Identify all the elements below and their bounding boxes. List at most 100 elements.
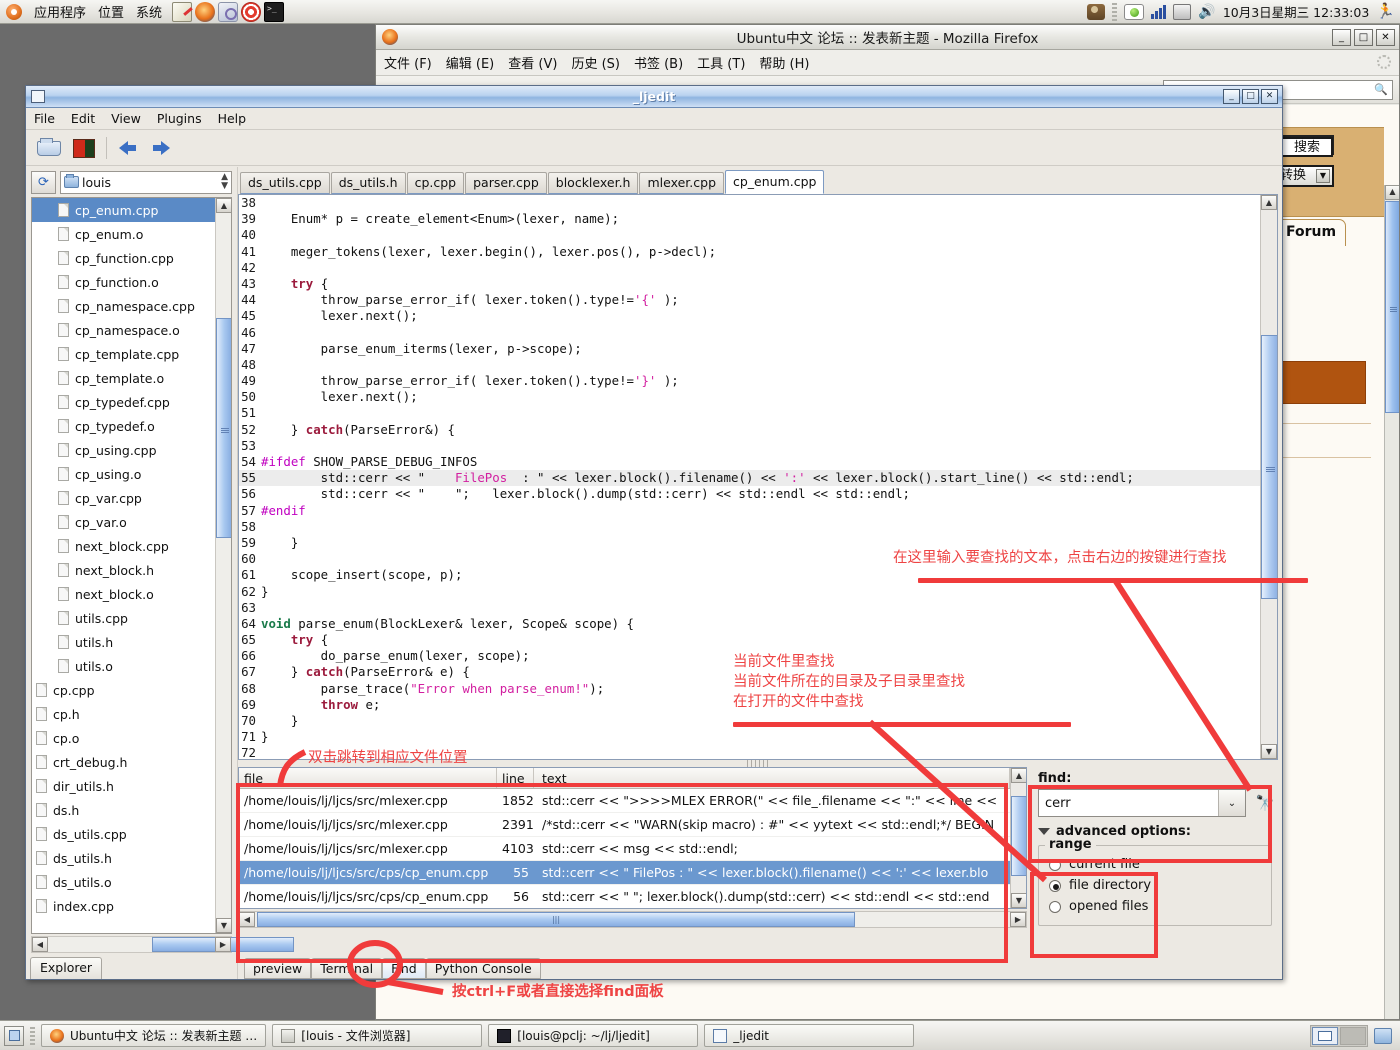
update-icon[interactable] <box>241 1 262 22</box>
code-line[interactable]: 52 } catch(ParseError&) { <box>239 422 1260 438</box>
ff-menu-tools[interactable]: 工具 (T) <box>697 53 745 72</box>
code-line[interactable]: 56 std::cerr << " "; lexer.block().dump(… <box>239 486 1260 502</box>
code-line[interactable]: 64 void parse_enum(BlockLexer& lexer, Sco… <box>239 616 1260 632</box>
code-line[interactable]: 50 lexer.next(); <box>239 389 1260 405</box>
file-tree-item[interactable]: next_block.cpp <box>32 534 215 558</box>
file-tree-item[interactable]: index.cpp <box>32 894 215 918</box>
file-tree-item[interactable]: utils.o <box>32 654 215 678</box>
forward-arrow-icon[interactable] <box>149 137 173 159</box>
show-desktop-icon[interactable] <box>4 1025 24 1046</box>
code-line[interactable]: 65 try { <box>239 632 1260 648</box>
editor-tab[interactable]: blocklexer.h <box>547 172 639 194</box>
code-line[interactable]: 58 <box>239 519 1260 535</box>
scrollbar-thumb[interactable] <box>216 318 231 538</box>
file-tree-item[interactable]: next_block.h <box>32 558 215 582</box>
workspace-switcher[interactable] <box>1310 1024 1368 1047</box>
code-line[interactable]: 54 #ifdef SHOW_PARSE_DEBUG_INFOS <box>239 454 1260 470</box>
editor-tab[interactable]: cp.cpp <box>406 172 465 194</box>
firefox-vertical-scrollbar[interactable]: ▲ <box>1384 185 1399 1019</box>
open-icon[interactable] <box>36 136 62 160</box>
explorer-horizontal-scrollbar[interactable]: ◀ ||| ▶ <box>31 936 294 953</box>
save-icon[interactable] <box>71 136 97 160</box>
file-tree-item[interactable]: ds_utils.cpp <box>32 822 215 846</box>
im-status-icon[interactable] <box>1124 3 1145 20</box>
forum-search-button[interactable]: 搜索 <box>1281 137 1333 157</box>
menu-file[interactable]: File <box>34 111 55 126</box>
scroll-down-icon[interactable]: ▼ <box>1011 893 1026 908</box>
file-tree-item[interactable]: cp_typedef.o <box>32 414 215 438</box>
refresh-icon[interactable]: ⟳ <box>31 170 56 194</box>
taskbar-item[interactable]: Ubuntu中文 论坛 :: 发表新主题 … <box>41 1024 267 1047</box>
scroll-up-icon[interactable]: ▲ <box>1261 195 1277 210</box>
scroll-right-icon[interactable]: ▶ <box>1010 912 1026 927</box>
code-line[interactable]: 63 <box>239 600 1260 616</box>
scrollbar-thumb[interactable] <box>1385 201 1399 413</box>
menu-view[interactable]: View <box>111 111 141 126</box>
editor-tab[interactable]: mlexer.cpp <box>639 172 724 194</box>
close-button[interactable]: ✕ <box>1376 28 1395 46</box>
file-tree-item[interactable]: ds_utils.h <box>32 846 215 870</box>
ff-menu-file[interactable]: 文件 (F) <box>384 53 432 72</box>
code-line[interactable]: 43 try { <box>239 276 1260 292</box>
help-icon[interactable] <box>218 1 239 22</box>
editor-tab[interactable]: ds_utils.cpp <box>240 172 330 194</box>
volume-icon[interactable]: 🔊 <box>1198 5 1215 19</box>
scroll-down-icon[interactable]: ▼ <box>216 918 231 933</box>
file-tree-item[interactable]: cp_using.cpp <box>32 438 215 462</box>
file-tree[interactable]: cp_enum.cpp cp_enum.o cp_function.cpp cp_fu… <box>31 197 232 934</box>
menu-applications[interactable]: 应用程序 <box>34 2 86 21</box>
network-icon[interactable] <box>1151 4 1167 19</box>
code-line[interactable]: 45 lexer.next(); <box>239 308 1260 324</box>
file-tree-item[interactable]: next_block.o <box>32 582 215 606</box>
scrollbar-thumb[interactable] <box>1261 335 1277 599</box>
code-line[interactable]: 53 <box>239 438 1260 454</box>
scrollbar-thumb[interactable] <box>1011 796 1026 876</box>
maximize-button[interactable]: □ <box>1354 28 1373 46</box>
code-line[interactable]: 41 meger_tokens(lexer, lexer.begin(), le… <box>239 244 1260 260</box>
menu-help[interactable]: Help <box>218 111 247 126</box>
file-tree-item[interactable]: cp_typedef.cpp <box>32 390 215 414</box>
workspace-1[interactable] <box>1312 1026 1338 1045</box>
file-tree-item[interactable]: cp_template.o <box>32 366 215 390</box>
code-line[interactable]: 39 Enum* p = create_element<Enum>(lexer,… <box>239 211 1260 227</box>
taskbar-item[interactable]: [louis - 文件浏览器] <box>272 1024 483 1047</box>
code-line[interactable]: 47 parse_enum_iterms(lexer, p->scope); <box>239 341 1260 357</box>
runner-icon[interactable]: 🏃 <box>1376 4 1395 19</box>
menu-places[interactable]: 位置 <box>98 2 124 21</box>
editor-tab[interactable]: ds_utils.h <box>330 172 406 194</box>
taskbar-item[interactable]: _ljedit <box>704 1024 915 1047</box>
file-tree-item[interactable]: cp.h <box>32 702 215 726</box>
ff-menu-view[interactable]: 查看 (V) <box>508 53 557 72</box>
ff-menu-history[interactable]: 历史 (S) <box>571 53 620 72</box>
file-tree-item[interactable]: cp_namespace.cpp <box>32 294 215 318</box>
ff-menu-help[interactable]: 帮助 (H) <box>759 53 809 72</box>
minimize-button[interactable]: _ <box>1332 28 1351 46</box>
menu-plugins[interactable]: Plugins <box>157 111 202 126</box>
scroll-down-icon[interactable]: ▼ <box>1261 744 1277 759</box>
explorer-vertical-scrollbar[interactable]: ▲ ▼ <box>215 198 231 933</box>
editor-tab[interactable]: parser.cpp <box>465 172 547 194</box>
editor-tab[interactable]: cp_enum.cpp <box>725 170 825 194</box>
code-line[interactable]: 42 <box>239 260 1260 276</box>
file-tree-item[interactable]: cp_var.cpp <box>32 486 215 510</box>
terminal-icon[interactable] <box>264 1 285 22</box>
users-icon[interactable] <box>1087 3 1106 20</box>
menu-edit[interactable]: Edit <box>71 111 95 126</box>
scroll-left-icon[interactable]: ◀ <box>32 937 48 952</box>
scroll-up-icon[interactable]: ▲ <box>1385 185 1399 200</box>
file-tree-item[interactable]: ds_utils.o <box>32 870 215 894</box>
clock[interactable]: 10月3日星期三 12:33:03 <box>1223 2 1369 21</box>
code-line[interactable]: 49 throw_parse_error_if( lexer.token().t… <box>239 373 1260 389</box>
file-tree-item[interactable]: utils.cpp <box>32 606 215 630</box>
file-tree-item[interactable]: cp_using.o <box>32 462 215 486</box>
workspace-2[interactable] <box>1340 1026 1366 1045</box>
scroll-right-icon[interactable]: ▶ <box>215 937 231 952</box>
file-tree-item[interactable]: cp_template.cpp <box>32 342 215 366</box>
notes-icon[interactable] <box>172 1 193 22</box>
code-line[interactable]: 40 <box>239 227 1260 243</box>
chevron-updown-icon[interactable]: ▲ ▼ <box>221 173 228 191</box>
tab-explorer[interactable]: Explorer <box>30 957 103 979</box>
results-vertical-scrollbar[interactable]: ▲ ▼ <box>1010 768 1026 908</box>
file-tree-item[interactable]: cp.cpp <box>32 678 215 702</box>
menu-system[interactable]: 系统 <box>136 2 162 21</box>
